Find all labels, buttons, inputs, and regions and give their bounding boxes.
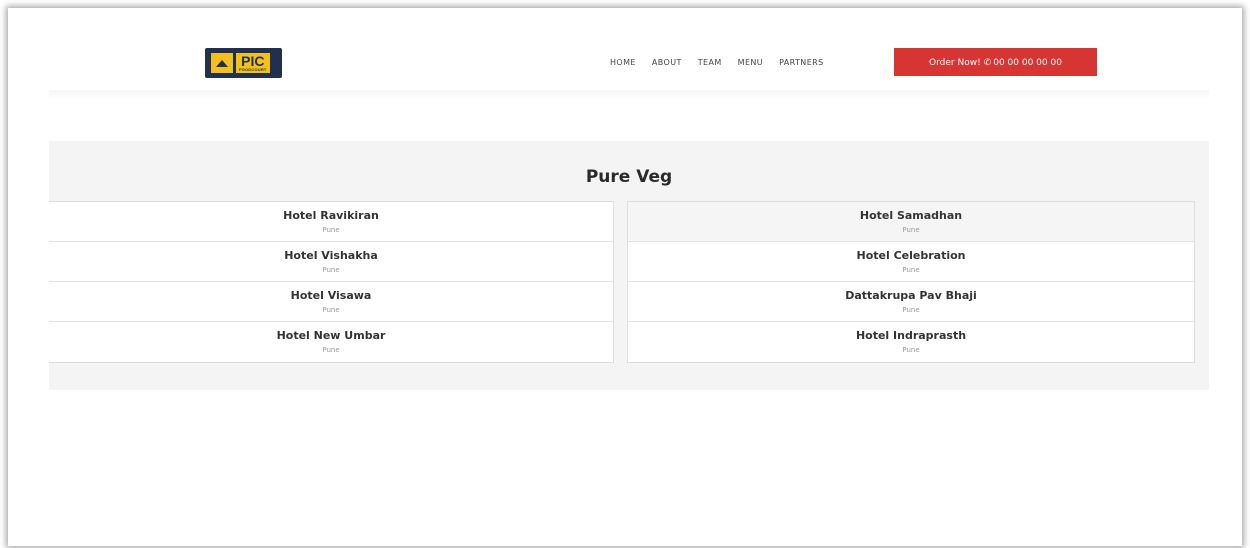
restaurant-city: Pune (322, 346, 340, 354)
restaurant-city: Pune (902, 226, 920, 234)
restaurant-item[interactable]: Hotel Samadhan Pune (628, 202, 1194, 242)
site-logo[interactable]: PIC FOODCOURT (205, 48, 282, 78)
restaurant-name: Hotel Vishakha (284, 249, 378, 262)
nav-partners[interactable]: PARTNERS (779, 56, 824, 70)
restaurant-name: Hotel Visawa (290, 289, 372, 302)
restaurant-list-left: Hotel Ravikiran Pune Hotel Vishakha Pune… (49, 201, 614, 363)
order-now-button[interactable]: Order Now! ✆ 00 00 00 00 00 (894, 48, 1097, 76)
logo-mark-icon (211, 53, 233, 73)
order-phone: 00 00 00 00 00 (993, 57, 1062, 68)
restaurant-item[interactable]: Hotel New Umbar Pune (49, 322, 613, 362)
restaurant-city: Pune (322, 306, 340, 314)
restaurant-city: Pune (902, 266, 920, 274)
restaurant-name: Dattakrupa Pav Bhaji (845, 289, 977, 302)
restaurant-city: Pune (902, 346, 920, 354)
logo-text: PIC (241, 53, 265, 69)
restaurant-name: Hotel Ravikiran (283, 209, 379, 222)
restaurant-name: Hotel New Umbar (276, 329, 386, 342)
nav-team[interactable]: TEAM (698, 56, 722, 70)
restaurant-city: Pune (322, 266, 340, 274)
restaurant-item[interactable]: Hotel Celebration Pune (628, 242, 1194, 282)
logo-subtext: FOODCOURT (239, 67, 267, 72)
restaurant-city: Pune (902, 306, 920, 314)
restaurant-item[interactable]: Hotel Ravikiran Pune (49, 202, 613, 242)
restaurant-name: Hotel Indraprasth (855, 329, 967, 342)
pure-veg-section: Pure Veg Hotel Ravikiran Pune Hotel Vish… (49, 141, 1209, 390)
restaurant-name: Hotel Celebration (856, 249, 966, 262)
main-nav: HOME ABOUT TEAM MENU PARTNERS (610, 56, 840, 70)
restaurant-name: Hotel Samadhan (859, 209, 963, 222)
browser-window: PIC FOODCOURT HOME ABOUT TEAM MENU PARTN… (8, 8, 1242, 546)
logo-text-block: PIC FOODCOURT (236, 53, 270, 73)
restaurant-item[interactable]: Hotel Vishakha Pune (49, 242, 613, 282)
restaurant-list-right: Hotel Samadhan Pune Hotel Celebration Pu… (627, 201, 1195, 363)
restaurant-item[interactable]: Dattakrupa Pav Bhaji Pune (628, 282, 1194, 322)
restaurant-item[interactable]: Hotel Indraprasth Pune (628, 322, 1194, 362)
section-title: Pure Veg (585, 167, 673, 187)
nav-menu[interactable]: MENU (738, 56, 763, 70)
phone-icon: ✆ (983, 57, 992, 68)
restaurant-city: Pune (322, 226, 340, 234)
order-label: Order Now! (929, 57, 981, 68)
page: PIC FOODCOURT HOME ABOUT TEAM MENU PARTN… (0, 0, 1250, 548)
nav-about[interactable]: ABOUT (652, 56, 682, 70)
header-divider (49, 90, 1209, 100)
restaurant-item[interactable]: Hotel Visawa Pune (49, 282, 613, 322)
nav-home[interactable]: HOME (610, 56, 636, 70)
